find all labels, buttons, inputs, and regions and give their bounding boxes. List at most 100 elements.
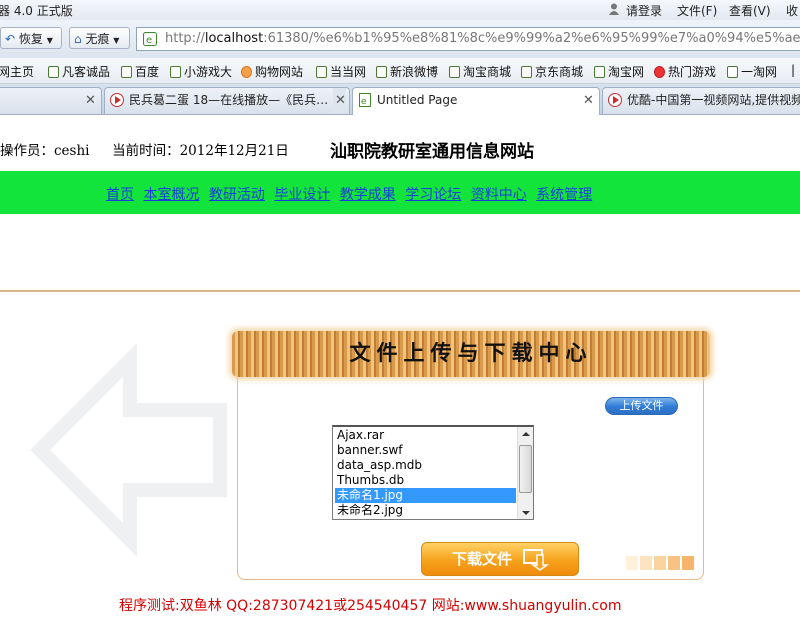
operator-name: ceshi — [54, 143, 90, 159]
tab-youku[interactable]: 优酷-中国第一视频网站,提供视频播 — [602, 87, 800, 114]
bookmark-dangdang[interactable]: 当当网 — [316, 63, 366, 80]
url-path: :61380/%e6%b1%95%e8%81%8c%e9%99%a2%e6%95… — [263, 31, 800, 46]
video-play-icon — [110, 93, 124, 107]
incognito-icon: ⌂ — [74, 32, 82, 46]
nav-resources[interactable]: 资料中心 — [471, 187, 527, 203]
close-tab-icon[interactable]: ✕ — [85, 88, 96, 113]
decor-square — [626, 556, 638, 570]
decor-square — [682, 556, 694, 570]
login-link[interactable]: 请登录 — [626, 2, 662, 19]
tab-previous[interactable]: ✕ — [0, 87, 102, 114]
upload-file-button[interactable]: 上传文件 — [605, 397, 678, 415]
scroll-down-icon[interactable] — [522, 511, 530, 515]
list-item[interactable]: Ajax.rar — [335, 428, 516, 443]
list-item[interactable]: 未命名2.jpg — [335, 503, 516, 518]
nav-admin[interactable]: 系统管理 — [536, 187, 592, 203]
nav-research-activities[interactable]: 教研活动 — [209, 187, 265, 203]
bookmark-tmall[interactable]: 淘宝商城 — [449, 63, 511, 80]
tab-label: 优酷-中国第一视频网站,提供视频播 — [627, 93, 800, 107]
bookmark-etao[interactable]: 一淘网 — [727, 63, 777, 80]
bookmark-taobao[interactable]: 淘宝网 — [594, 63, 644, 80]
decor-square — [640, 556, 652, 570]
nav-home[interactable]: 首页 — [106, 187, 134, 203]
traceless-button[interactable]: ⌂ 无痕 ▼ — [69, 27, 130, 49]
scroll-thumb[interactable] — [519, 445, 532, 493]
nav-teaching-results[interactable]: 教学成果 — [340, 187, 396, 203]
scroll-up-icon[interactable] — [522, 432, 530, 436]
favicon-icon — [376, 66, 387, 78]
favicon-icon — [449, 66, 460, 78]
bookmark-jd[interactable]: 京东商城 — [521, 63, 583, 80]
restore-label: 恢复 — [18, 32, 43, 46]
tab-untitled-page[interactable]: e Untitled Page ✕ — [352, 87, 600, 115]
list-item-selected[interactable]: 未命名1.jpg — [335, 488, 516, 503]
tab-label: Untitled Page — [377, 93, 458, 107]
site-title: 汕职院教研室通用信息网站 — [330, 142, 534, 162]
list-item[interactable]: Thumbs.db — [335, 473, 516, 488]
main-nav: 首页 本室概况 教研活动 毕业设计 教学成果 学习论坛 资料中心 系统管理 — [106, 184, 597, 204]
tab-bar: ✕ 民兵葛二蛋 18—在线播放—《民兵… ✕ e Untitled Page ✕… — [0, 84, 800, 115]
bookmark-label: 小游戏大 — [184, 65, 233, 79]
tab-video[interactable]: 民兵葛二蛋 18—在线播放—《民兵… ✕ — [104, 87, 350, 114]
app-title: 器 4.0 正式版 — [0, 4, 73, 18]
chevron-down-icon: ▼ — [46, 36, 53, 45]
favicon-icon — [48, 66, 59, 78]
bookmark-label: 当当网 — [330, 65, 367, 79]
restore-button[interactable]: ↶ 恢复 ▼ — [0, 27, 62, 49]
decor-square — [654, 556, 666, 570]
shopping-icon — [241, 66, 252, 78]
bookmark-label: 新浪微博 — [390, 65, 439, 79]
bookmark-vancl[interactable]: 凡客诚品 — [48, 63, 110, 80]
browser-toolbar: ↶ 恢复 ▼ ⌂ 无痕 ▼ e http://localhost:61380/%… — [0, 20, 800, 59]
session-info: 操作员：ceshi 当前时间：2012年12月21日 — [0, 139, 289, 159]
url-scheme: http:// — [165, 31, 205, 46]
page-favicon-icon: e — [143, 32, 157, 46]
url-host: localhost — [204, 31, 264, 46]
bookmark-baidu[interactable]: 百度 — [121, 63, 159, 80]
bookmark-label: 百度 — [135, 65, 160, 79]
bookmark-label: 一淘网 — [741, 65, 778, 79]
close-tab-icon[interactable]: ✕ — [333, 88, 346, 113]
browser-titlebar: 器 4.0 正式版 请登录 文件(F) 查看(V) 收藏 — [0, 0, 800, 35]
bookmark-label: 淘宝商城 — [463, 65, 512, 79]
nav-about[interactable]: 本室概况 — [143, 187, 199, 203]
favicon-icon — [121, 66, 132, 78]
favicon-icon — [170, 66, 181, 78]
chevron-down-icon: ▼ — [113, 36, 120, 45]
url-text: http://localhost:61380/%e6%b1%95%e8%81%8… — [165, 28, 800, 50]
more-bookmarks-icon[interactable]: | — [791, 63, 795, 77]
download-icon — [523, 549, 550, 571]
svg-text:e: e — [146, 35, 152, 46]
menu-view[interactable]: 查看(V) — [729, 2, 771, 19]
address-bar[interactable]: e http://localhost:61380/%e6%b1%95%e8%81… — [136, 27, 800, 51]
favicon-icon — [594, 66, 605, 78]
file-list[interactable]: Ajax.rar banner.swf data_asp.mdb Thumbs.… — [332, 425, 534, 520]
game-icon — [654, 66, 665, 78]
credit-footer: 程序测试:双鱼林 QQ:287307421或254540457 网站:www.s… — [119, 598, 622, 614]
user-icon — [609, 3, 619, 15]
favicon-icon — [521, 66, 532, 78]
bookmark-label: 淘宝网 — [608, 65, 645, 79]
bookmark-label: 网主页 — [0, 65, 35, 79]
close-tab-icon[interactable]: ✕ — [583, 88, 594, 113]
divider — [0, 290, 800, 292]
menu-file[interactable]: 文件(F) — [677, 2, 717, 19]
bookmark-label: 购物网站 — [255, 65, 304, 79]
time-label: 当前时间： — [112, 143, 180, 159]
bookmark-home[interactable]: 网主页 — [0, 63, 34, 80]
bookmark-minigames[interactable]: 小游戏大 — [170, 63, 232, 80]
bookmark-weibo[interactable]: 新浪微博 — [376, 63, 438, 80]
download-file-button[interactable]: 下载文件 — [421, 542, 579, 576]
file-list-scrollbar[interactable] — [517, 427, 533, 519]
list-item[interactable]: data_asp.mdb — [335, 458, 516, 473]
tab-label: 民兵葛二蛋 18—在线播放—《民兵… — [129, 93, 329, 107]
nav-forum[interactable]: 学习论坛 — [405, 187, 461, 203]
bookmark-shopping[interactable]: 购物网站 — [241, 63, 303, 80]
favicon-icon — [727, 66, 738, 78]
watermark-graphic — [30, 343, 227, 557]
back-arrow-icon: ↶ — [5, 32, 16, 46]
bookmark-hotgames[interactable]: 热门游戏 — [654, 63, 716, 80]
list-item[interactable]: banner.swf — [335, 443, 516, 458]
nav-graduation-projects[interactable]: 毕业设计 — [274, 187, 330, 203]
video-play-icon — [608, 93, 622, 107]
